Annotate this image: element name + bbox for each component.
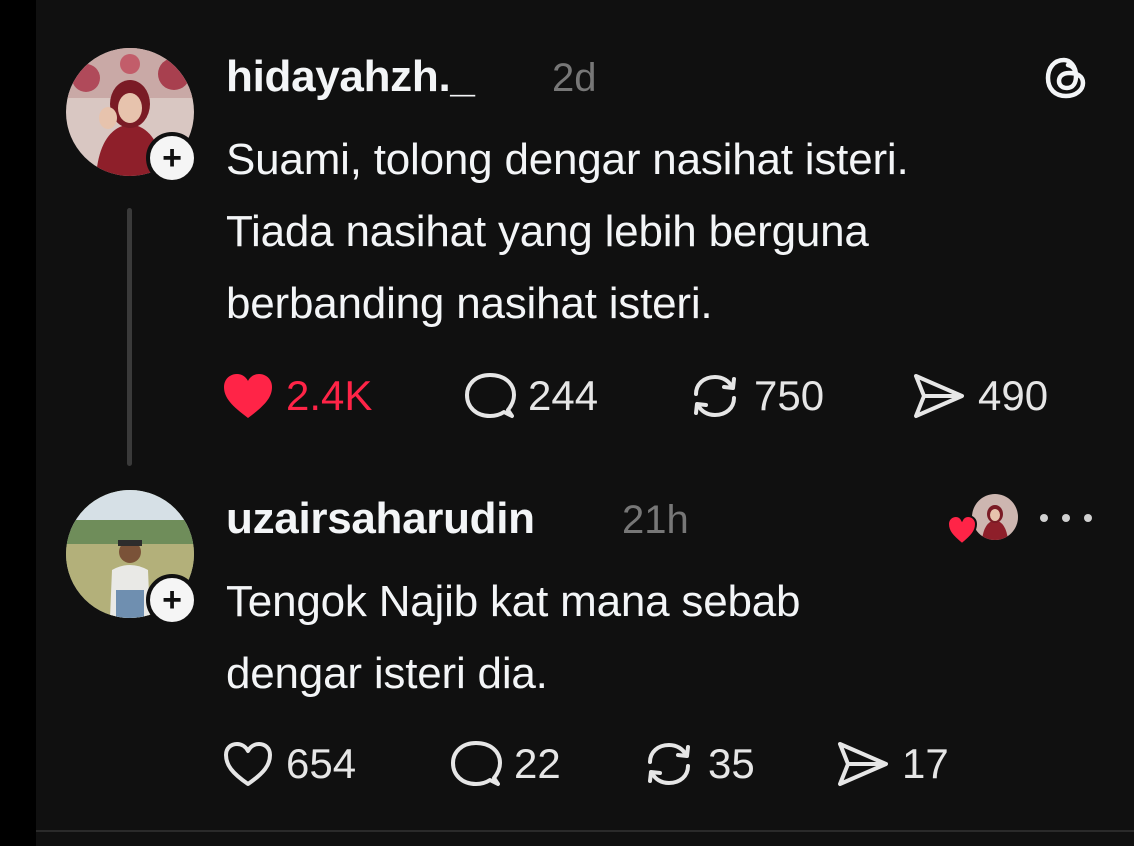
repost-icon xyxy=(648,742,690,786)
reply-text-line: Tengok Najib kat mana sebab xyxy=(226,577,801,626)
like-count: 654 xyxy=(286,740,357,787)
username-hidayahzh[interactable]: hidayahzh._ xyxy=(226,52,475,102)
post-text-line: Suami, tolong dengar nasihat isteri. xyxy=(226,135,909,184)
thread-connector-line xyxy=(127,208,132,466)
comment-bubble-icon xyxy=(465,373,516,418)
reply-count: 22 xyxy=(514,740,561,787)
comment-bubble-icon xyxy=(451,741,502,786)
share-count: 490 xyxy=(978,372,1049,419)
like-button[interactable]: 654 xyxy=(222,740,356,788)
post-text: Suami, tolong dengar nasihat isteri. Tia… xyxy=(226,124,909,340)
repost-button[interactable]: 35 xyxy=(642,740,755,788)
send-icon xyxy=(914,374,964,418)
heart-icon xyxy=(224,374,272,418)
plus-icon: + xyxy=(162,139,182,177)
share-button[interactable]: 17 xyxy=(836,740,949,788)
repost-button[interactable]: 750 xyxy=(688,372,824,420)
heart-icon xyxy=(224,742,272,786)
send-icon xyxy=(838,742,888,786)
like-count: 2.4K xyxy=(286,372,373,419)
liked-by-author-avatar xyxy=(972,494,1018,540)
reply-text-line: dengar isteri dia. xyxy=(226,649,548,698)
follow-button-uzairsaharudin[interactable]: + xyxy=(146,574,198,626)
reply-timestamp: 21h xyxy=(622,498,689,542)
more-dots-icon[interactable] xyxy=(1040,500,1092,536)
share-count: 17 xyxy=(902,740,949,787)
repost-icon xyxy=(694,374,736,418)
repost-count: 35 xyxy=(708,740,755,787)
bottom-divider xyxy=(36,830,1134,832)
like-button[interactable]: 2.4K xyxy=(222,372,372,420)
threads-logo-icon[interactable] xyxy=(1040,52,1092,104)
share-button[interactable]: 490 xyxy=(912,372,1048,420)
reply-count: 244 xyxy=(528,372,599,419)
repost-count: 750 xyxy=(754,372,825,419)
plus-icon: + xyxy=(162,581,182,619)
liked-by-author-heart-icon xyxy=(946,514,978,546)
reply-text: Tengok Najib kat mana sebab dengar ister… xyxy=(226,566,800,710)
username-uzairsaharudin[interactable]: uzairsaharudin xyxy=(226,494,535,544)
post-text-line: Tiada nasihat yang lebih berguna xyxy=(226,207,869,256)
post-text-line: berbanding nasihat isteri. xyxy=(226,279,713,328)
reply-button[interactable]: 244 xyxy=(464,372,598,420)
follow-button-hidayahzh[interactable]: + xyxy=(146,132,198,184)
left-edge-strip xyxy=(0,0,36,846)
post-timestamp: 2d xyxy=(552,56,597,100)
reply-button[interactable]: 22 xyxy=(450,740,561,788)
